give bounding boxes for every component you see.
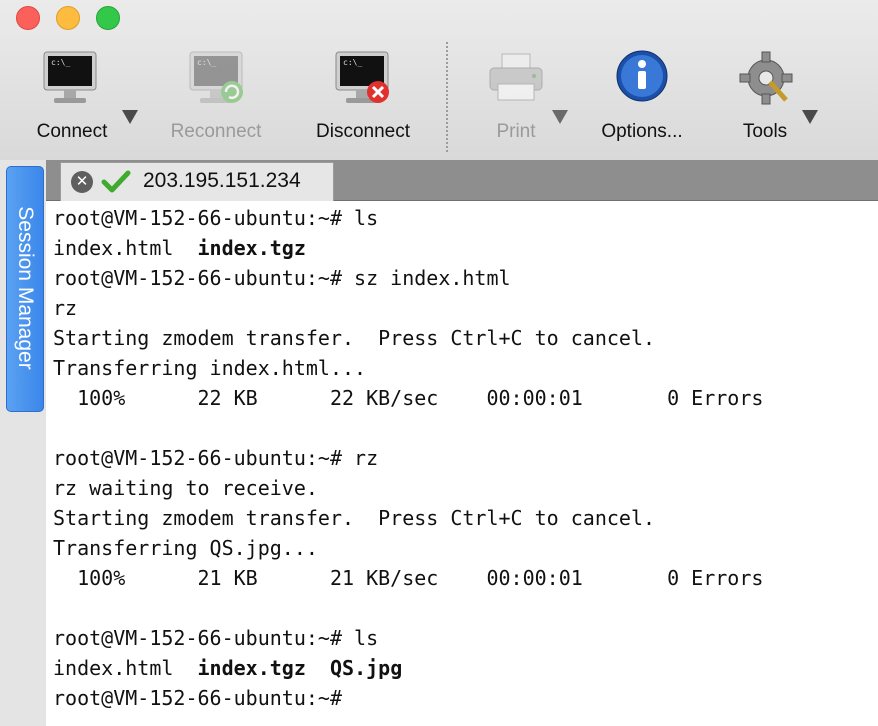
prompt: root@VM-152-66-ubuntu:~#	[53, 626, 342, 650]
reconnect-label: Reconnect	[170, 121, 262, 142]
monitor-reconnect-icon: c:\_	[189, 51, 243, 103]
terminal-line: root@VM-152-66-ubuntu:~# ls	[53, 203, 378, 233]
command: ls	[341, 206, 379, 230]
reconnect-button[interactable]: c:\_ Reconnect	[160, 48, 272, 148]
disconnect-button[interactable]: c:\_ Disconnect	[306, 48, 420, 148]
window-maximize-button[interactable]	[96, 6, 120, 30]
options-button[interactable]: Options...	[590, 48, 694, 148]
terminal-line: root@VM-152-66-ubuntu:~# ls	[53, 623, 378, 653]
print-button[interactable]: Print	[478, 48, 554, 148]
file-name: index.html	[53, 656, 174, 680]
options-label: Options...	[601, 121, 683, 142]
tools-dropdown-arrow[interactable]	[802, 110, 818, 124]
prompt: root@VM-152-66-ubuntu:~#	[53, 686, 342, 710]
print-dropdown-arrow[interactable]	[552, 110, 568, 124]
toolbar-separator	[446, 42, 448, 152]
connect-label: Connect	[36, 121, 108, 142]
file-name: index.tgz	[197, 236, 306, 260]
file-name: index.tgz	[197, 656, 306, 680]
close-icon[interactable]: ✕	[71, 171, 93, 193]
command: ls	[341, 626, 379, 650]
connect-dropdown-arrow[interactable]	[122, 110, 138, 124]
file-name: QS.jpg	[329, 656, 403, 680]
prompt: root@VM-152-66-ubuntu:~#	[53, 206, 342, 230]
tools-label: Tools	[742, 121, 788, 142]
session-tab-label: 203.195.151.234	[143, 169, 301, 192]
terminal-line: root@VM-152-66-ubuntu:~# sz index.html	[53, 263, 511, 293]
terminal-line: Transferring index.html...	[53, 356, 367, 380]
terminal-line: root@VM-152-66-ubuntu:~# rz	[53, 443, 378, 473]
svg-text:c:\_: c:\_	[197, 58, 216, 67]
terminal-line: index.html index.tgz QS.jpg	[53, 653, 402, 683]
window-toolbar: c:\_ Connect c:\_ Reconnect c:\_ Disconn…	[0, 0, 878, 161]
monitor-connect-icon: c:\_	[43, 51, 97, 103]
window-minimize-button[interactable]	[56, 6, 80, 30]
info-icon	[616, 50, 668, 102]
command: sz index.html	[341, 266, 511, 290]
prompt: root@VM-152-66-ubuntu:~#	[53, 266, 342, 290]
terminal-line: root@VM-152-66-ubuntu:~#	[53, 683, 342, 713]
command: rz	[341, 446, 379, 470]
connect-button[interactable]: c:\_ Connect	[24, 48, 120, 148]
printer-icon	[489, 53, 543, 101]
gear-icon	[739, 51, 793, 105]
terminal-output[interactable]: root@VM-152-66-ubuntu:~# ls index.html i…	[46, 201, 878, 726]
session-manager-tab[interactable]: Session Manager	[6, 166, 44, 412]
svg-text:c:\_: c:\_	[343, 58, 362, 67]
session-tab[interactable]: ✕ 203.195.151.234	[60, 162, 334, 201]
file-name: index.html	[53, 236, 174, 260]
terminal-line: index.html index.tgz	[53, 233, 306, 263]
terminal-line: 100% 21 KB 21 KB/sec 00:00:01 0 Errors	[53, 566, 764, 590]
svg-text:c:\_: c:\_	[51, 58, 70, 67]
tools-button[interactable]: Tools	[730, 48, 800, 148]
terminal-line: rz	[53, 296, 78, 320]
session-manager-label: Session Manager	[14, 206, 37, 370]
terminal-line: 100% 22 KB 22 KB/sec 00:00:01 0 Errors	[53, 386, 764, 410]
terminal-line: Starting zmodem transfer. Press Ctrl+C t…	[53, 326, 656, 350]
session-tab-bar: ✕ 203.195.151.234	[46, 160, 878, 201]
terminal-line: Transferring QS.jpg...	[53, 536, 318, 560]
print-label: Print	[496, 121, 536, 142]
prompt: root@VM-152-66-ubuntu:~#	[53, 446, 342, 470]
terminal-line: Starting zmodem transfer. Press Ctrl+C t…	[53, 506, 656, 530]
window-close-button[interactable]	[16, 6, 40, 30]
check-icon	[101, 170, 131, 193]
terminal-line: rz waiting to receive.	[53, 476, 318, 500]
disconnect-label: Disconnect	[316, 121, 410, 142]
monitor-disconnect-icon: c:\_	[335, 51, 389, 103]
